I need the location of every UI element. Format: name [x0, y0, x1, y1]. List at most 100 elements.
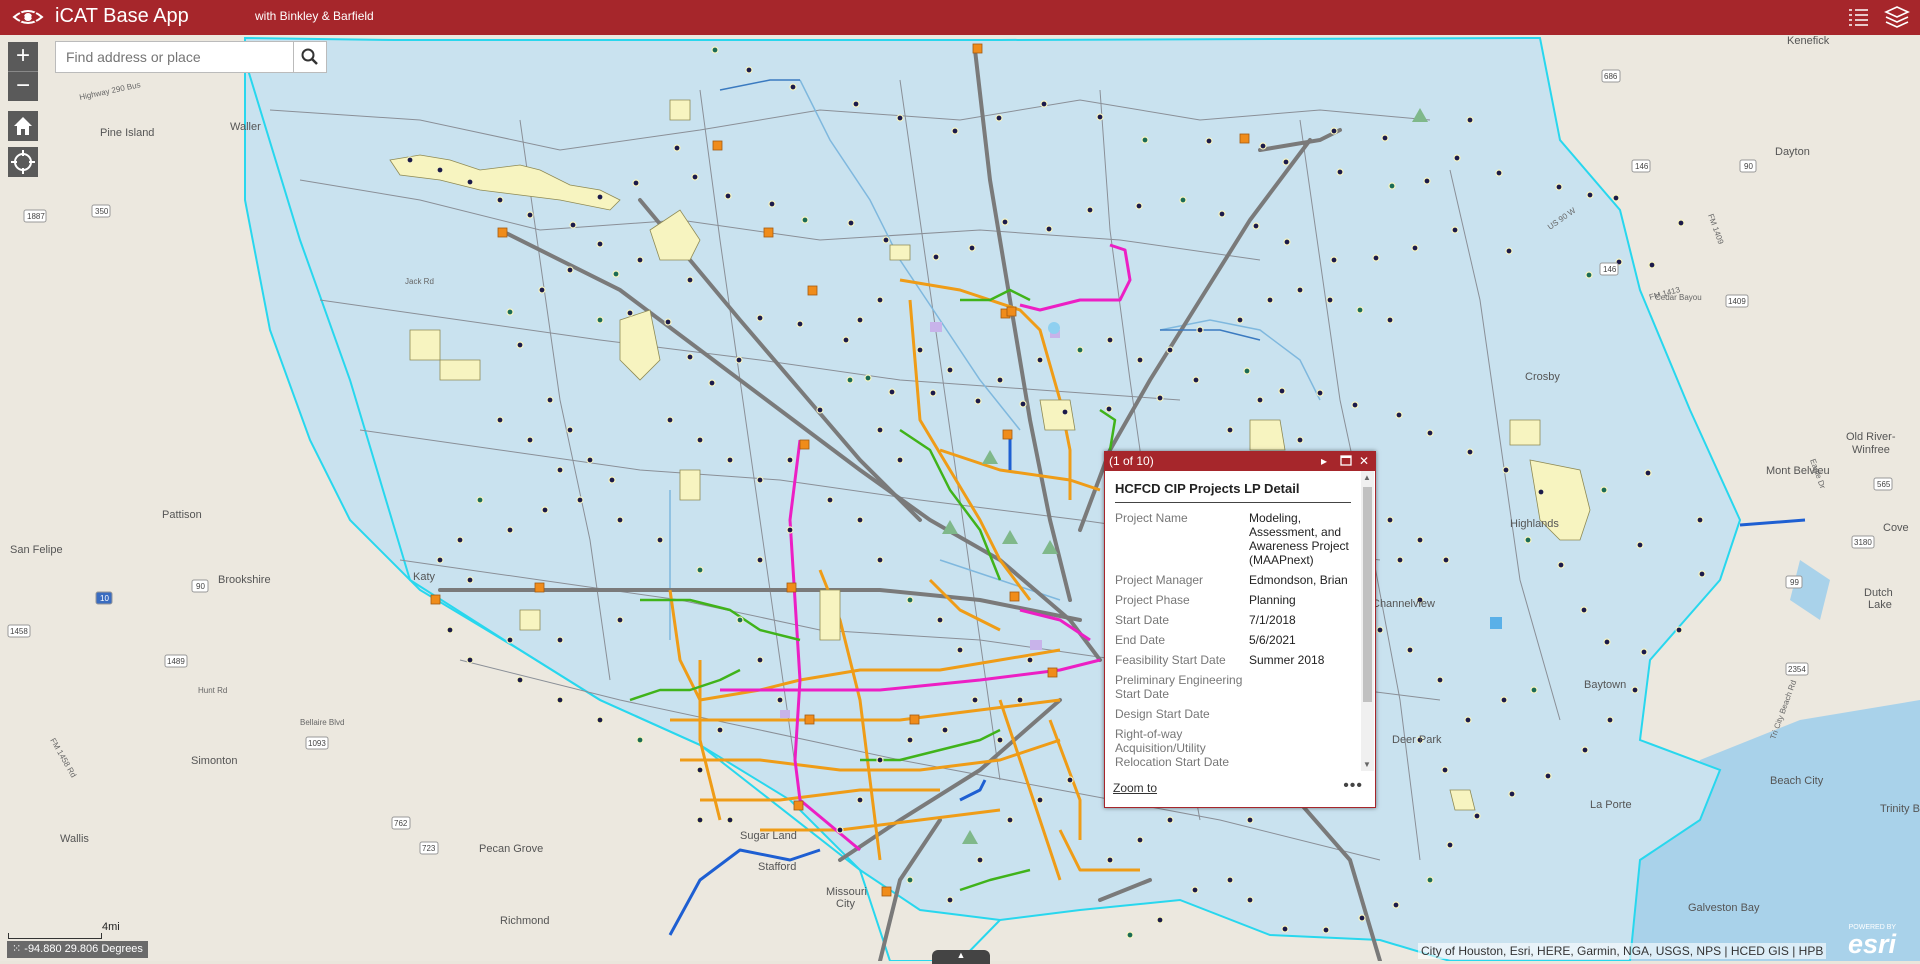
point-feature[interactable] [1453, 154, 1461, 162]
point-feature[interactable] [1106, 856, 1114, 864]
point-feature[interactable] [1040, 100, 1048, 108]
point-feature[interactable] [496, 196, 504, 204]
point-feature[interactable] [1640, 648, 1648, 656]
point-feature[interactable] [1426, 429, 1434, 437]
point-feature[interactable] [1282, 158, 1290, 166]
point-feature[interactable] [566, 266, 574, 274]
close-icon[interactable]: ✕ [1357, 454, 1371, 468]
point-feature[interactable] [856, 796, 864, 804]
point-feature[interactable] [906, 736, 914, 744]
point-feature[interactable] [596, 193, 604, 201]
point-feature[interactable] [711, 46, 719, 54]
point-feature[interactable] [1246, 896, 1254, 904]
point-feature[interactable] [1036, 796, 1044, 804]
point-feature[interactable] [1296, 436, 1304, 444]
point-feature[interactable] [1500, 696, 1508, 704]
point-feature[interactable] [1544, 772, 1552, 780]
point-feature[interactable] [556, 696, 564, 704]
point-feature[interactable] [664, 318, 672, 326]
point-feature[interactable] [708, 379, 716, 387]
point-feature[interactable] [1581, 746, 1589, 754]
point-feature[interactable] [882, 236, 890, 244]
point-feature[interactable] [456, 536, 464, 544]
point-feature[interactable] [476, 496, 484, 504]
point-feature[interactable] [756, 314, 764, 322]
point-feature[interactable] [1061, 408, 1069, 416]
point-feature[interactable] [1192, 376, 1200, 384]
point-feature[interactable] [626, 309, 634, 317]
point-feature[interactable] [466, 178, 474, 186]
point-feature[interactable] [789, 83, 797, 91]
point-feature[interactable] [1606, 716, 1614, 724]
point-feature[interactable] [496, 416, 504, 424]
point-feature[interactable] [1636, 541, 1644, 549]
point-feature[interactable] [1001, 218, 1009, 226]
maximize-icon[interactable] [1339, 454, 1353, 468]
point-feature[interactable] [596, 240, 604, 248]
point-feature[interactable] [1076, 346, 1084, 354]
point-feature[interactable] [1330, 256, 1338, 264]
more-actions-button[interactable]: ••• [1343, 777, 1363, 795]
point-feature[interactable] [856, 316, 864, 324]
point-feature[interactable] [856, 516, 864, 524]
point-feature[interactable] [1196, 326, 1204, 334]
point-feature[interactable] [1537, 488, 1545, 496]
point-feature[interactable] [1191, 886, 1199, 894]
point-feature[interactable] [1105, 405, 1113, 413]
point-feature[interactable] [736, 616, 744, 624]
point-feature[interactable] [916, 346, 924, 354]
point-feature[interactable] [546, 396, 554, 404]
point-feature[interactable] [1066, 776, 1074, 784]
point-feature[interactable] [1296, 286, 1304, 294]
point-feature[interactable] [576, 496, 584, 504]
point-feature[interactable] [842, 336, 850, 344]
point-feature[interactable] [1135, 202, 1143, 210]
point-feature[interactable] [1442, 556, 1450, 564]
point-feature[interactable] [1644, 469, 1652, 477]
point-feature[interactable] [1502, 466, 1510, 474]
point-feature[interactable] [1396, 556, 1404, 564]
point-feature[interactable] [691, 173, 699, 181]
point-feature[interactable] [974, 397, 982, 405]
point-feature[interactable] [1696, 516, 1704, 524]
point-feature[interactable] [996, 736, 1004, 744]
point-feature[interactable] [541, 506, 549, 514]
point-feature[interactable] [951, 127, 959, 135]
point-feature[interactable] [436, 556, 444, 564]
point-feature[interactable] [1096, 113, 1104, 121]
layer-list-icon[interactable] [1845, 4, 1871, 30]
point-feature[interactable] [612, 270, 620, 278]
point-feature[interactable] [946, 896, 954, 904]
point-feature[interactable] [836, 826, 844, 834]
point-feature[interactable] [846, 376, 854, 384]
point-feature[interactable] [1326, 296, 1334, 304]
point-feature[interactable] [1226, 876, 1234, 884]
point-feature[interactable] [1586, 191, 1594, 199]
point-feature[interactable] [516, 341, 524, 349]
point-feature[interactable] [888, 388, 896, 396]
locate-button[interactable] [8, 147, 38, 177]
point-feature[interactable] [1441, 766, 1449, 774]
point-feature[interactable] [616, 516, 624, 524]
point-feature[interactable] [1677, 219, 1685, 227]
point-feature[interactable] [1336, 168, 1344, 176]
point-feature[interactable] [864, 374, 872, 382]
point-feature[interactable] [756, 556, 764, 564]
point-feature[interactable] [596, 316, 604, 324]
point-feature[interactable] [406, 156, 414, 164]
point-feature[interactable] [696, 766, 704, 774]
point-feature[interactable] [1675, 626, 1683, 634]
point-feature[interactable] [1603, 638, 1611, 646]
point-feature[interactable] [696, 436, 704, 444]
point-feature[interactable] [756, 656, 764, 664]
point-feature[interactable] [466, 576, 474, 584]
point-feature[interactable] [1226, 426, 1234, 434]
point-feature[interactable] [1555, 183, 1563, 191]
point-feature[interactable] [506, 636, 514, 644]
point-feature[interactable] [556, 636, 564, 644]
point-feature[interactable] [936, 616, 944, 624]
point-feature[interactable] [876, 296, 884, 304]
point-feature[interactable] [446, 626, 454, 634]
point-feature[interactable] [1464, 716, 1472, 724]
point-feature[interactable] [1585, 271, 1593, 279]
